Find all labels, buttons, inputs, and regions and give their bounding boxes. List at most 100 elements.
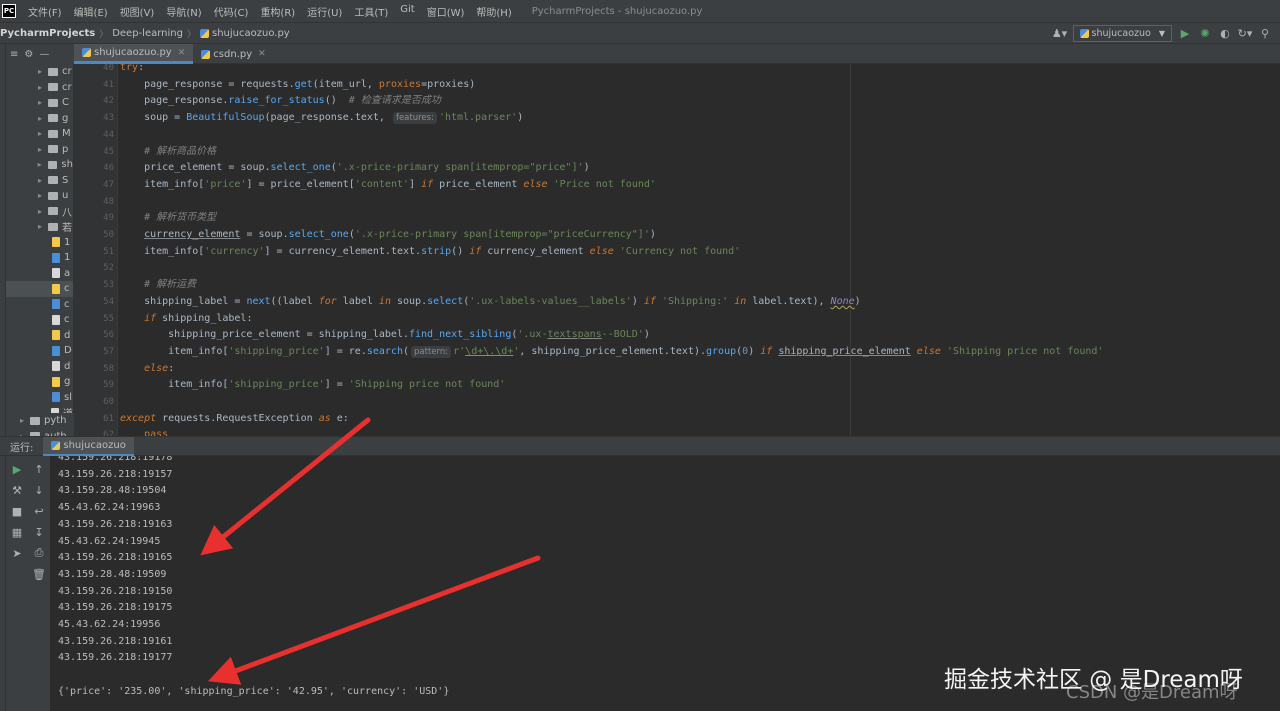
menu-item[interactable]: 文件(F) xyxy=(22,4,68,19)
run-tab[interactable]: shujucaozuo xyxy=(43,436,134,456)
menu-item[interactable]: 工具(T) xyxy=(348,4,394,19)
breadcrumb-project[interactable]: PycharmProjects xyxy=(0,28,95,39)
console-output-line: 43.159.26.218:19150 xyxy=(58,585,173,597)
chevron-right-icon[interactable]: ▸ xyxy=(36,98,44,107)
chevron-right-icon[interactable]: ▸ xyxy=(36,222,44,231)
pin-icon[interactable]: ➤ xyxy=(10,546,24,560)
menu-item[interactable]: 窗口(W) xyxy=(421,4,471,19)
tab-csdn[interactable]: csdn.py ✕ xyxy=(193,44,273,64)
tree-item[interactable]: 1 xyxy=(6,250,73,266)
code-line: 53 # 解析运费 xyxy=(74,277,1280,294)
chevron-right-icon[interactable]: ▸ xyxy=(36,191,44,200)
soft-wrap-icon[interactable]: ↩ xyxy=(32,504,46,518)
tree-item-label: S xyxy=(62,174,69,186)
trash-icon[interactable]: 🗑 xyxy=(32,567,46,581)
menu-item[interactable]: 代码(C) xyxy=(208,4,255,19)
rerun-icon[interactable]: ▶ xyxy=(10,462,24,476)
tree-item-label: M xyxy=(62,128,71,140)
menu-item[interactable]: 视图(V) xyxy=(114,4,161,19)
scroll-to-end-icon[interactable]: ↧ xyxy=(32,525,46,539)
close-icon[interactable]: ✕ xyxy=(258,49,266,59)
user-icon[interactable]: ♟▾ xyxy=(1052,27,1067,41)
console-output-line: 43.159.28.48:19504 xyxy=(58,485,167,497)
tree-item[interactable]: ▸ M xyxy=(6,126,73,142)
tree-item[interactable]: g xyxy=(6,374,73,390)
minimize-icon[interactable]: — xyxy=(39,49,49,60)
breadcrumb-separator: 〉 xyxy=(99,29,109,40)
tree-item-label: 若 xyxy=(62,223,72,235)
tree-item[interactable]: c xyxy=(6,281,73,297)
line-number: 54 xyxy=(103,296,114,307)
layout-icon[interactable]: ▦ xyxy=(10,525,24,539)
chevron-right-icon[interactable]: ▸ xyxy=(36,129,44,138)
tree-item-label: cr xyxy=(62,81,72,93)
console-output-line: 45.43.62.24:19945 xyxy=(58,535,161,547)
console-output-line: 43.159.28.48:19509 xyxy=(58,568,167,580)
tree-item[interactable]: ▸ g xyxy=(6,111,73,127)
code-editor[interactable]: 40 try: 41 page_response = requests.get(it… xyxy=(74,64,1280,436)
console-output-line: 43.159.26.218:19177 xyxy=(58,652,173,664)
search-icon[interactable]: ⚲ xyxy=(1258,27,1272,41)
tree-item[interactable]: ▸ cr xyxy=(6,80,73,96)
print-icon[interactable]: ⎙ xyxy=(32,546,46,560)
gear-icon[interactable]: ⚙ xyxy=(24,49,33,60)
code-line: 44 xyxy=(74,127,1280,144)
tree-item[interactable]: c xyxy=(6,312,73,328)
tree-item[interactable]: sl xyxy=(6,390,73,406)
arrow-up-icon[interactable]: ↑ xyxy=(32,462,46,476)
tree-item[interactable]: ▸ 若 xyxy=(6,219,73,235)
menu-item[interactable]: 编辑(E) xyxy=(68,4,114,19)
menu-item[interactable]: 帮助(H) xyxy=(470,4,517,19)
editor-tabs: shujucaozuo.py ✕ csdn.py ✕ xyxy=(74,44,1280,64)
breadcrumb-folder[interactable]: Deep-learning xyxy=(112,28,183,39)
chevron-right-icon[interactable]: ▸ xyxy=(36,83,44,92)
tree-item[interactable]: a xyxy=(6,266,73,282)
debug-icon[interactable]: ✺ xyxy=(1198,27,1212,41)
tab-shujucaozuo[interactable]: shujucaozuo.py ✕ xyxy=(74,44,194,64)
chevron-right-icon[interactable]: ▸ xyxy=(36,207,44,216)
menu-item[interactable]: 导航(N) xyxy=(160,4,207,19)
collapse-all-icon[interactable]: ≡ xyxy=(10,49,18,60)
chevron-right-icon[interactable]: ▸ xyxy=(36,160,44,169)
tree-item[interactable]: D xyxy=(6,343,73,359)
tree-item[interactable]: ▸ u xyxy=(6,188,73,204)
code-text: pass xyxy=(144,429,169,436)
console-output-line: 43.159.26.218:19161 xyxy=(58,635,173,647)
line-number: 40 xyxy=(103,64,114,73)
code-text: # 解析商品价格 xyxy=(144,145,217,157)
code-line: 61 except requests.RequestException as e: xyxy=(74,411,1280,428)
wrench-icon[interactable]: ⚒ xyxy=(10,483,24,497)
tree-item[interactable]: d xyxy=(6,359,73,375)
menu-item[interactable]: 重构(R) xyxy=(254,4,301,19)
tree-item[interactable]: ▸ 八 xyxy=(6,204,73,220)
run-icon[interactable]: ▶ xyxy=(1178,27,1192,41)
tree-item[interactable]: c xyxy=(6,297,73,313)
tree-item-python[interactable]: ▸ pyth xyxy=(6,413,74,429)
code-line: 55 if shipping_label: xyxy=(74,311,1280,328)
chevron-right-icon[interactable]: ▸ xyxy=(36,114,44,123)
run-configuration-select[interactable]: shujucaozuo ▼ xyxy=(1072,25,1172,42)
chevron-right-icon[interactable]: ▸ xyxy=(36,176,44,185)
file-icon xyxy=(52,252,60,263)
coverage-icon[interactable]: ◐ xyxy=(1218,27,1232,41)
profile-icon[interactable]: ↻▾ xyxy=(1238,27,1253,41)
menu-item[interactable]: Git xyxy=(394,4,420,19)
breadcrumb-file[interactable]: shujucaozuo.py xyxy=(212,28,290,39)
chevron-right-icon[interactable]: ▸ xyxy=(36,67,44,76)
tree-item[interactable]: ▸ p xyxy=(6,142,73,158)
close-icon[interactable]: ✕ xyxy=(178,48,186,58)
chevron-right-icon[interactable]: ▸ xyxy=(36,145,44,154)
tree-item[interactable]: d xyxy=(6,328,73,344)
tree-item[interactable]: ▸ S xyxy=(6,173,73,189)
console-output-line: 43.159.26.218:19165 xyxy=(58,552,173,564)
menu-item[interactable]: 运行(U) xyxy=(301,4,348,19)
stop-icon[interactable]: ■ xyxy=(10,504,24,518)
tree-item[interactable]: ▸ C xyxy=(6,95,73,111)
tree-item[interactable]: 1 xyxy=(6,235,73,251)
run-panel-label: 运行: xyxy=(10,442,34,454)
arrow-down-icon[interactable]: ↓ xyxy=(32,483,46,497)
folder-icon xyxy=(48,145,58,154)
tree-item[interactable]: ▸ cr xyxy=(6,64,73,80)
navigation-bar: PycharmProjects 〉 Deep-learning 〉 shujuc… xyxy=(0,22,1280,44)
tree-item[interactable]: ▸ sh xyxy=(6,157,73,173)
